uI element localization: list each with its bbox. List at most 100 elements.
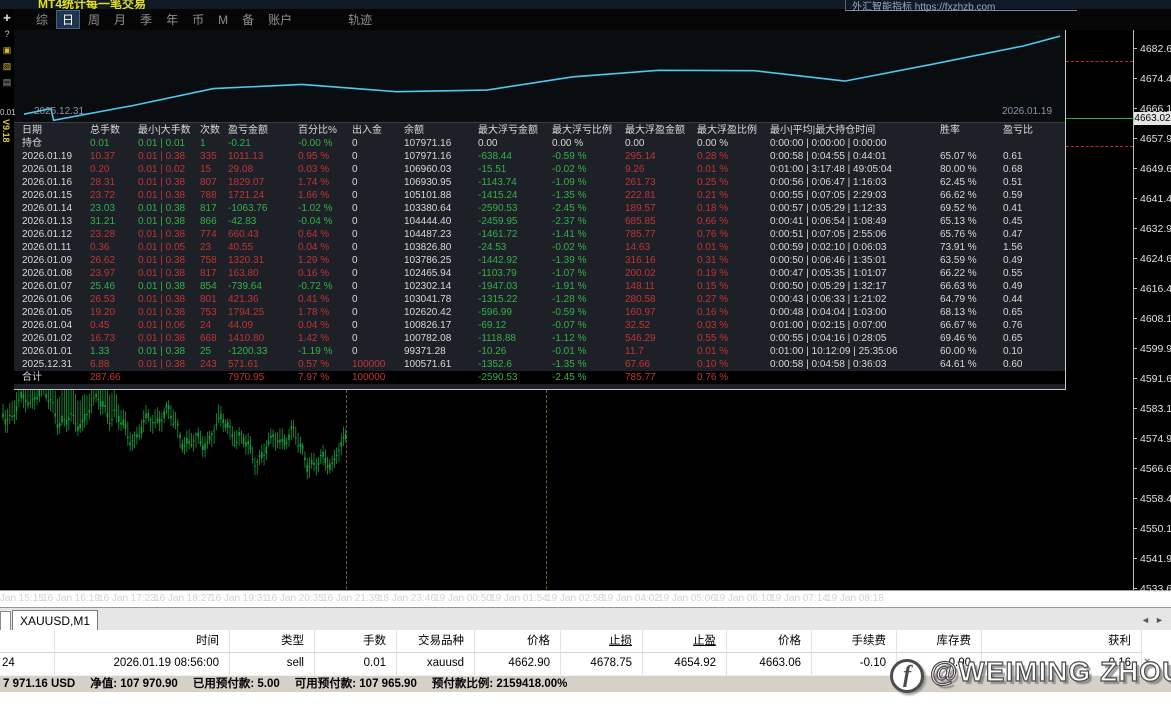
stats-column-header: 日期 [22,124,90,137]
menu-item-周[interactable]: 周 [82,10,106,29]
stats-cell: 0.61 [1003,150,1065,163]
stats-cell: 6.88 [90,358,138,371]
trade-col-header[interactable]: 价格 [475,630,561,653]
stats-cell: 801 [200,293,228,306]
tool-a-icon[interactable]: ▣ [1,44,13,56]
tab-xauusd-m1[interactable]: XAUUSD,M1 [12,610,98,632]
menu-item-币[interactable]: 币 [186,10,210,29]
stats-cell: -1.19 % [298,345,352,358]
stats-cell: -596.99 [478,306,552,319]
trade-col-header[interactable]: 手续费 [812,630,897,653]
help-icon[interactable]: ? [1,28,13,40]
stats-cell: 1 [200,137,228,150]
menu-item-综[interactable]: 综 [30,10,54,29]
status-segment: 可用预付款: 107 965.90 [295,678,417,690]
trade-col-header[interactable]: 时间 [55,630,230,653]
stats-cell: 160.97 [625,306,697,319]
stats-row-2026.01.01: 2026.01.011.330.01 | 0.3825-1200.33-1.19… [14,345,1065,358]
price-tick [1133,228,1137,229]
trade-col-header[interactable]: 止盈 [643,630,727,653]
stats-row-2026.01.14: 2026.01.1423.030.01 | 0.38817-1063.76-1.… [14,202,1065,215]
move-icon[interactable]: ✚ [1,12,13,24]
price-scale-label: 4566.65 [1140,463,1171,475]
day-separator-line [546,390,547,589]
tab-scroll-left-icon[interactable]: ◄ [1141,615,1150,625]
time-scale-label: 19 Jan 08:18 [826,593,884,604]
time-scale-label: 16 Jan 18:27 [154,593,212,604]
lot-size-label: 0.01 [0,108,16,117]
stats-row-2026.01.05: 2026.01.0519.200.01 | 0.387531794.251.78… [14,306,1065,319]
stats-cell [940,371,1003,384]
stats-cell: 102302.14 [404,280,478,293]
period-menu-bar: 综日周月季年币M备账户 轨迹 [14,9,1171,30]
stats-cell: 0 [352,189,404,202]
stats-cell: 73.91 % [940,241,1003,254]
trade-col-header[interactable]: 库存费 [897,630,982,653]
trade-table-header: 时间类型手数交易品种价格止损止盈价格手续费库存费获利 [0,630,1171,653]
stats-cell: 0.01 | 0.38 [138,228,200,241]
stats-row-2026.01.13: 2026.01.1331.210.01 | 0.38866-42.83-0.04… [14,215,1065,228]
trade-col-header[interactable]: 获利 [982,630,1142,653]
trade-col-header[interactable]: 手数 [315,630,397,653]
price-tick [1133,438,1137,439]
menu-item-M[interactable]: M [212,12,234,28]
stats-cell: 753 [200,306,228,319]
trade-col-header[interactable]: 交易品种 [397,630,475,653]
price-tick [1133,408,1137,409]
stats-cell: 68.13 % [940,306,1003,319]
stats-cell: -638.44 [478,150,552,163]
price-scale-label: 4591.65 [1140,373,1171,385]
stats-cell: -0.04 % [298,215,352,228]
menu-item-日[interactable]: 日 [56,10,80,29]
stats-cell: -2459.95 [478,215,552,228]
stats-cell: -1.41 % [552,228,625,241]
watermark: f @WEIMING ZHOU [888,653,1171,699]
menu-item-账户[interactable]: 账户 [262,10,298,29]
price-tick [1133,498,1137,499]
price-scale-label: 4550.15 [1140,523,1171,535]
trade-col-header[interactable]: 类型 [230,630,315,653]
stats-cell: 0 [352,241,404,254]
price-scale-label: 4574.90 [1140,433,1171,445]
price-scale-label: 4541.90 [1140,553,1171,565]
trade-col-header[interactable]: 止损 [561,630,643,653]
trade-col-header[interactable] [0,630,55,653]
stats-date-cell: 合计 [22,371,90,384]
trade-col-header[interactable]: 价格 [727,630,812,653]
menu-item-年[interactable]: 年 [160,10,184,29]
equity-curve [14,30,1065,122]
menu-item-track[interactable]: 轨迹 [342,10,378,29]
stats-cell: 316.16 [625,254,697,267]
trade-cell: 4662.90 [475,653,561,675]
stats-cell: 1.33 [90,345,138,358]
stats-row-2026.01.11: 2026.01.110.360.01 | 0.052340.550.04 %01… [14,241,1065,254]
promo-link[interactable]: 外汇智能指标 https://fxzhzb.com [845,0,1077,11]
stats-cell: 1794.25 [228,306,298,319]
hidden-tab[interactable] [0,611,11,632]
stats-cell: 0:00:50 | 0:06:46 | 1:35:01 [770,254,940,267]
stats-date-cell: 2026.01.12 [22,228,90,241]
tab-scroll-right-icon[interactable]: ► [1155,615,1164,625]
menu-item-季[interactable]: 季 [134,10,158,29]
menu-item-备[interactable]: 备 [236,10,260,29]
stats-cell: -1.91 % [552,280,625,293]
stats-cell: 0.01 | 0.38 [138,254,200,267]
menu-item-月[interactable]: 月 [108,10,132,29]
trade-cell: 4663.06 [727,653,812,675]
stats-cell: 19.20 [90,306,138,319]
stats-cell: 40.55 [228,241,298,254]
stats-cell: -1415.24 [478,189,552,202]
window-icon[interactable]: ▤ [1,76,13,88]
stats-cell: 0.03 % [697,319,770,332]
stats-cell [940,137,1003,150]
stats-cell: 243 [200,358,228,371]
stats-cell: 788 [200,189,228,202]
tool-b-icon[interactable]: ▨ [1,60,13,72]
stats-cell: 0.19 % [697,267,770,280]
stats-cell: 546.29 [625,332,697,345]
time-axis [0,590,1171,591]
stats-cell: 107971.16 [404,137,478,150]
trade-cell: 2026.01.19 08:56:00 [55,653,230,675]
stats-cell: 866 [200,215,228,228]
stats-date-cell: 2026.01.16 [22,176,90,189]
